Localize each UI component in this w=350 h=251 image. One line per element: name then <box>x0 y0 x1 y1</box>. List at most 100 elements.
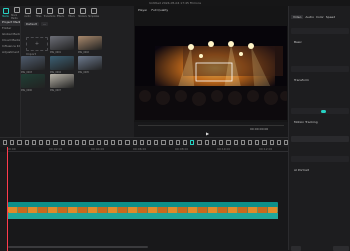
timeline-tool-icon[interactable] <box>96 140 101 145</box>
timeline-tool-icon[interactable] <box>283 140 289 145</box>
timeline-ruler[interactable]: 00:00 00:02:00 00:04:00 00:06:00 00:08:00 00:… <box>7 147 288 152</box>
timeline-tool-icon[interactable] <box>233 140 238 145</box>
toolbar-stock-media[interactable]: Stock Media <box>11 6 22 20</box>
timeline-tool-icon[interactable] <box>111 140 116 145</box>
timeline-tool-icon[interactable] <box>46 140 51 145</box>
current-timecode: 00:00:00:00 <box>250 127 269 131</box>
timeline-tool-icon[interactable] <box>219 140 224 145</box>
media-thumbnail[interactable]: IMG_0005 <box>78 56 102 74</box>
mask-option[interactable] <box>291 136 349 142</box>
section-transform[interactable]: Transform <box>291 66 349 82</box>
thumbnail-name: IMG_0007 <box>50 89 61 92</box>
timeline-tool-icon[interactable] <box>154 140 159 145</box>
section-ai-portrait[interactable]: AI Portrait <box>291 156 349 172</box>
toolbar-filters[interactable]: Filters <box>66 6 77 20</box>
toolbar-label: Titles <box>35 15 42 18</box>
media-thumbnail[interactable]: IMG_0004 <box>50 56 74 74</box>
toolbar-stickers[interactable]: Stickers <box>77 6 88 20</box>
timeline-tool-icon[interactable] <box>183 140 188 145</box>
timeline-tool-icon[interactable] <box>17 140 22 145</box>
ruler-label: 00:00 <box>7 147 16 151</box>
timeline-tool-icon[interactable] <box>276 140 281 145</box>
stock-icon <box>13 6 20 13</box>
toolbar-titles[interactable]: Titles <box>33 6 44 20</box>
timeline-tool-icon[interactable] <box>24 140 29 145</box>
tab-player[interactable]: Player <box>138 8 147 12</box>
timeline-tool-icon[interactable] <box>39 140 44 145</box>
timeline-scrollbar[interactable] <box>8 246 148 248</box>
timeline-tool-icon[interactable] <box>118 140 123 145</box>
section-basic[interactable]: Basic <box>291 28 349 44</box>
tab-speed[interactable]: Speed <box>326 15 335 19</box>
timeline-tool-icon[interactable] <box>89 140 94 145</box>
toolbar-templates[interactable]: Templates <box>88 6 99 20</box>
play-button[interactable]: ▶ <box>206 131 209 136</box>
section-motion-tracking[interactable]: Motion Tracking <box>291 108 349 124</box>
timeline-tool-icon[interactable] <box>262 140 267 145</box>
filter-dropdown[interactable]: Default <box>24 21 39 26</box>
media-thumbnail[interactable]: IMG_0006 <box>21 74 45 92</box>
video-clip[interactable] <box>8 202 278 213</box>
timeline-tool-icon[interactable] <box>132 140 137 145</box>
video-preview[interactable] <box>135 26 287 120</box>
timeline-tool-icon[interactable] <box>197 140 202 145</box>
timeline-tool-icon[interactable] <box>82 140 87 145</box>
timeline-tool-icon[interactable] <box>60 140 65 145</box>
templates-icon <box>90 8 97 14</box>
audio-waveform[interactable] <box>8 213 278 219</box>
reset-button[interactable] <box>291 246 301 251</box>
section-mask[interactable]: Mask <box>291 124 349 140</box>
tab-color[interactable]: Color <box>316 15 324 19</box>
motion-tracking-toggle[interactable] <box>321 109 326 113</box>
timeline-tool-icon[interactable] <box>103 140 109 145</box>
props-tabs: Video Audio Color Speed <box>291 15 335 19</box>
playhead[interactable] <box>7 147 8 251</box>
concert-frame <box>135 26 287 120</box>
media-sidebar: Project MediaFolderGlobal MediaCloud Med… <box>0 20 21 137</box>
timeline-tool-icon[interactable] <box>240 140 245 145</box>
player-tabs: Player Full Quality <box>134 6 288 13</box>
timeline-tool-icon[interactable] <box>211 140 217 145</box>
timeline-tool-icon[interactable] <box>247 140 253 145</box>
timeline-tool-icon[interactable] <box>204 140 209 145</box>
media-thumbnail[interactable]: IMG_0003 <box>21 56 45 74</box>
thumbnail-name: IMG_0005 <box>78 71 89 74</box>
tab-video[interactable]: Video <box>291 15 304 19</box>
tab-quality[interactable]: Full Quality <box>151 8 168 12</box>
section-label: Basic <box>294 40 302 44</box>
media-thumbnail[interactable]: IMG_0002 <box>78 36 102 54</box>
keyframe-button[interactable] <box>333 246 349 251</box>
toolbar-label: Stickers <box>78 15 87 18</box>
timeline-tool-icon[interactable] <box>269 140 274 145</box>
progress-track[interactable] <box>138 125 284 126</box>
timeline-tool-icon[interactable] <box>226 140 231 145</box>
folder-chip[interactable]: … <box>40 21 48 26</box>
toolbar-transitions[interactable]: Transitions <box>44 6 55 20</box>
tab-audio[interactable]: Audio <box>305 15 314 19</box>
timeline-tool-icon[interactable] <box>190 140 195 145</box>
timeline-tool-icon[interactable] <box>147 140 152 145</box>
timeline-tool-icon[interactable] <box>53 140 58 145</box>
media-thumbnail[interactable]: IMG_0001 <box>50 36 74 54</box>
timeline-tool-icon[interactable] <box>125 140 130 145</box>
timeline-tool-icon[interactable] <box>31 140 37 145</box>
timeline-tool-icon[interactable] <box>168 140 173 145</box>
toolbar-media[interactable]: Media <box>0 6 11 20</box>
timeline-tool-icon[interactable] <box>255 140 260 145</box>
sidebar-item-adjustment[interactable]: Adjustment <box>0 50 20 56</box>
effects-icon <box>57 8 64 14</box>
timeline-tool-icon[interactable] <box>139 140 145 145</box>
ruler-label: 00:04:00 <box>91 147 105 151</box>
media-thumbnail[interactable]: IMG_0007 <box>50 74 74 92</box>
toolbar-effects[interactable]: Effects <box>55 6 66 20</box>
timeline-tool-icon[interactable] <box>161 140 166 145</box>
toolbar-audio[interactable]: Audio <box>22 6 33 20</box>
timeline-tool-icon[interactable] <box>67 140 73 145</box>
timeline-tool-icon[interactable] <box>75 140 80 145</box>
ruler-label: 00:06:00 <box>133 147 147 151</box>
thumbnail-name: IMG_0001 <box>50 51 61 54</box>
import-media-button[interactable]: + <box>26 37 48 51</box>
timeline-tool-icon[interactable] <box>3 140 8 145</box>
timeline-tool-icon[interactable] <box>10 140 15 145</box>
timeline-tool-icon[interactable] <box>175 140 181 145</box>
